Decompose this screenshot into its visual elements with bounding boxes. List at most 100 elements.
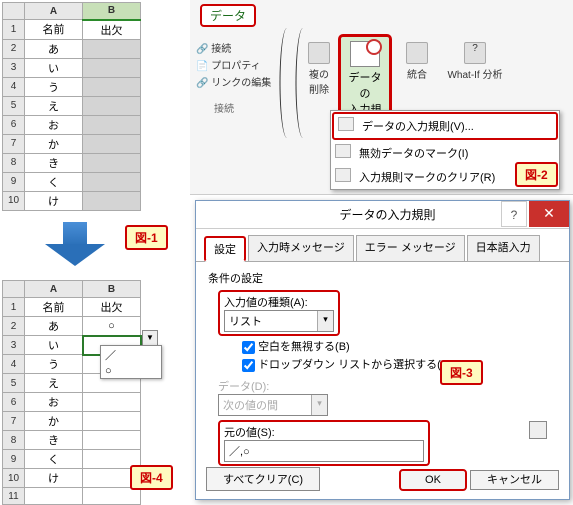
- cancel-button[interactable]: キャンセル: [470, 470, 559, 490]
- data-label: データ(D):: [218, 381, 269, 393]
- cell-selected[interactable]: [83, 58, 141, 77]
- cell[interactable]: い: [25, 58, 83, 77]
- cell[interactable]: く: [25, 450, 83, 469]
- col-header-b[interactable]: B: [83, 3, 141, 20]
- cell[interactable]: け: [25, 469, 83, 488]
- row-header[interactable]: 7: [3, 134, 25, 153]
- cell[interactable]: お: [25, 393, 83, 412]
- cell[interactable]: け: [25, 191, 83, 210]
- cell[interactable]: き: [25, 153, 83, 172]
- btn-whatif[interactable]: ? What-If 分析: [440, 42, 510, 81]
- cell-selected[interactable]: [83, 77, 141, 96]
- row-header[interactable]: 6: [3, 393, 25, 412]
- col-header-a[interactable]: A: [25, 281, 83, 298]
- corner-cell[interactable]: [3, 281, 25, 298]
- row-header[interactable]: 3: [3, 336, 25, 355]
- chk-in-cell-dropdown[interactable]: [242, 359, 255, 372]
- tab-settings[interactable]: 設定: [204, 236, 246, 262]
- row-header[interactable]: 10: [3, 469, 25, 488]
- btn-properties[interactable]: 📄 プロパティ: [196, 57, 276, 72]
- btn-remove-dup[interactable]: 複の削除: [302, 42, 336, 96]
- cell-selected[interactable]: [83, 96, 141, 115]
- col-header-b[interactable]: B: [83, 281, 141, 298]
- tab-error-alert[interactable]: エラー メッセージ: [356, 235, 465, 261]
- data-combo: 次の値の間▾: [218, 394, 328, 416]
- help-button[interactable]: ?: [501, 201, 527, 227]
- row-header[interactable]: 9: [3, 172, 25, 191]
- cell[interactable]: か: [25, 134, 83, 153]
- chk-dropdown-label: ドロップダウン リストから選択する(I): [258, 359, 447, 371]
- fig-label-1: 図-1: [125, 225, 168, 250]
- circle-invalid-icon: [335, 144, 351, 158]
- tab-input-message[interactable]: 入力時メッセージ: [248, 235, 354, 261]
- allow-combo[interactable]: リスト▾: [224, 310, 334, 332]
- row-header[interactable]: 8: [3, 153, 25, 172]
- cell-selected[interactable]: [83, 153, 141, 172]
- corner-cell[interactable]: [3, 3, 25, 20]
- cell[interactable]: 名前: [25, 298, 83, 317]
- row-header[interactable]: 1: [3, 20, 25, 40]
- chk-ignore-blank[interactable]: [242, 341, 255, 354]
- cell[interactable]: 出欠: [83, 20, 141, 40]
- cell[interactable]: う: [25, 355, 83, 374]
- row-header[interactable]: 4: [3, 77, 25, 96]
- tab-ime[interactable]: 日本語入力: [467, 235, 540, 261]
- row-header[interactable]: 4: [3, 355, 25, 374]
- btn-edit-links[interactable]: 🔗 リンクの編集: [196, 74, 276, 89]
- cell[interactable]: か: [25, 412, 83, 431]
- row-header[interactable]: 5: [3, 96, 25, 115]
- row-header[interactable]: 7: [3, 412, 25, 431]
- cell[interactable]: [83, 431, 141, 450]
- cell[interactable]: く: [25, 172, 83, 191]
- spreadsheet-top: AB 1名前出欠 2あ 3い 4う 5え 6お 7か 8き 9く 10け: [2, 2, 141, 211]
- row-header[interactable]: 2: [3, 39, 25, 58]
- cell[interactable]: い: [25, 336, 83, 355]
- dropdown-handle-icon[interactable]: ▼: [142, 330, 158, 346]
- range-picker-button[interactable]: [529, 421, 547, 439]
- cell[interactable]: [83, 393, 141, 412]
- row-header[interactable]: 9: [3, 450, 25, 469]
- cell[interactable]: え: [25, 374, 83, 393]
- cell[interactable]: [83, 488, 141, 505]
- ribbon-tab-data[interactable]: データ: [200, 4, 256, 27]
- col-header-a[interactable]: A: [25, 3, 83, 20]
- row-header[interactable]: 3: [3, 58, 25, 77]
- cell[interactable]: あ: [25, 317, 83, 336]
- cell-selected[interactable]: [83, 39, 141, 58]
- row-header[interactable]: 5: [3, 374, 25, 393]
- cell-selected[interactable]: [83, 172, 141, 191]
- cell[interactable]: ○: [83, 317, 141, 336]
- cell-selected[interactable]: [83, 191, 141, 210]
- cell-selected[interactable]: [83, 115, 141, 134]
- ok-button[interactable]: OK: [399, 469, 467, 491]
- cell[interactable]: う: [25, 77, 83, 96]
- cell[interactable]: き: [25, 431, 83, 450]
- dropdown-option[interactable]: ／: [101, 346, 161, 364]
- cell[interactable]: [25, 488, 83, 505]
- btn-connections[interactable]: 🔗 接続: [196, 40, 276, 55]
- cell[interactable]: え: [25, 96, 83, 115]
- clear-circles-icon: [335, 168, 351, 182]
- cell[interactable]: 名前: [25, 20, 83, 40]
- cell[interactable]: あ: [25, 39, 83, 58]
- dropdown-option[interactable]: ○: [101, 364, 161, 378]
- chevron-down-icon: ▾: [311, 395, 327, 415]
- menu-item-data-validation[interactable]: データの入力規則(V)...: [332, 112, 558, 140]
- cell[interactable]: 出欠: [83, 298, 141, 317]
- close-button[interactable]: ✕: [529, 201, 569, 227]
- row-header[interactable]: 1: [3, 298, 25, 317]
- row-header[interactable]: 8: [3, 431, 25, 450]
- row-header[interactable]: 2: [3, 317, 25, 336]
- whatif-icon: ?: [464, 42, 486, 64]
- row-header[interactable]: 6: [3, 115, 25, 134]
- source-input[interactable]: ／,○: [224, 440, 424, 462]
- fig-label-2: 図-2: [515, 162, 558, 187]
- row-header[interactable]: 10: [3, 191, 25, 210]
- row-header[interactable]: 11: [3, 488, 25, 505]
- cell-selected[interactable]: [83, 134, 141, 153]
- cell[interactable]: [83, 412, 141, 431]
- remove-dup-icon: [308, 42, 330, 64]
- cell[interactable]: お: [25, 115, 83, 134]
- clear-all-button[interactable]: すべてクリア(C): [206, 467, 320, 491]
- btn-consolidate[interactable]: 統合: [400, 42, 434, 81]
